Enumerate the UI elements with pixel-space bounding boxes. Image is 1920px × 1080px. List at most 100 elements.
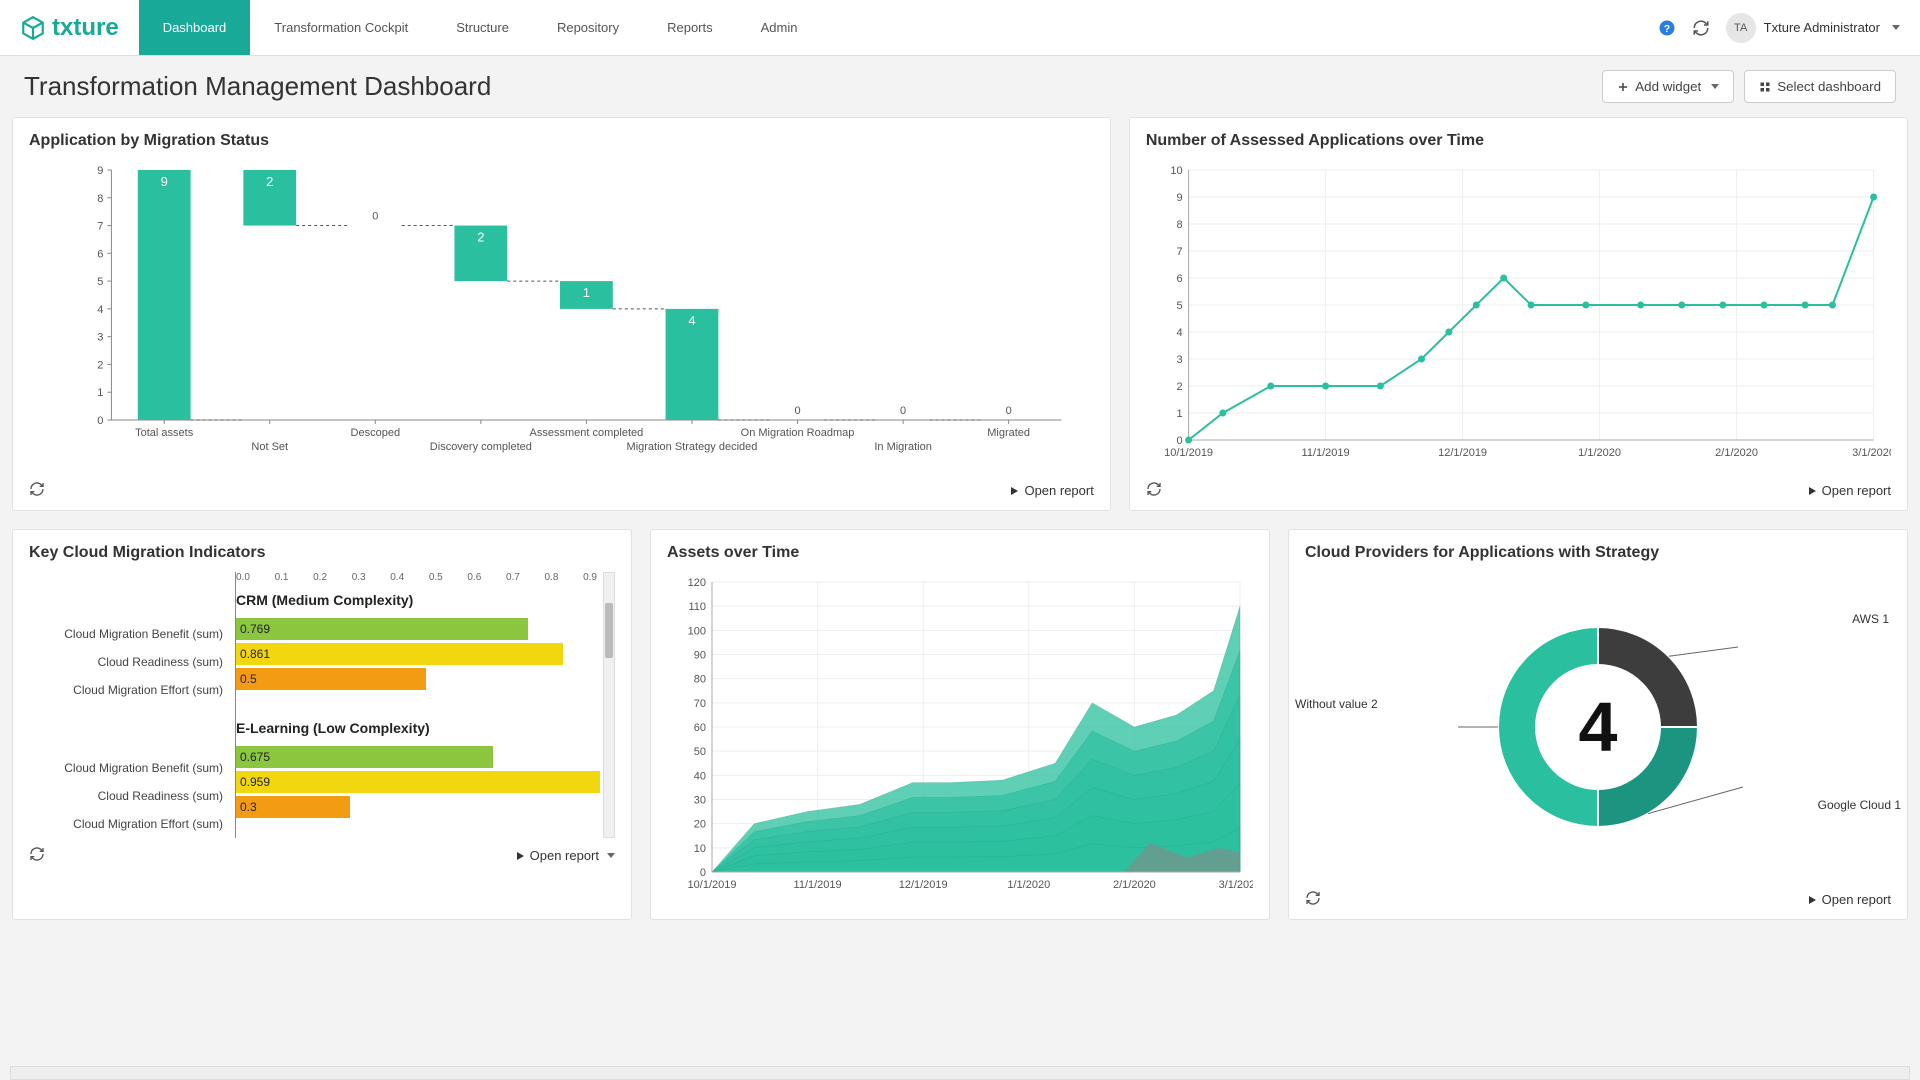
svg-text:8: 8 [1176,219,1182,231]
svg-text:2/1/2020: 2/1/2020 [1715,447,1758,459]
grid-icon [1759,81,1771,93]
svg-text:5: 5 [97,276,103,288]
svg-text:Not Set: Not Set [251,441,288,453]
play-icon [1806,485,1818,497]
indicator-bar: 0.5 [236,668,426,690]
svg-text:2: 2 [1176,381,1182,393]
brand-text: txture [52,14,119,42]
svg-text:4: 4 [97,304,103,316]
dashboard-row-1: Application by Migration Status 0 1 2 3 4 5 6 7… [0,117,1920,511]
nav-transformation-cockpit[interactable]: Transformation Cockpit [250,0,432,55]
plus-icon [1617,81,1629,93]
svg-text:3: 3 [97,332,103,344]
svg-text:2/1/2020: 2/1/2020 [1113,879,1156,891]
svg-text:0: 0 [97,415,103,427]
header-actions: Add widget Select dashboard [1602,70,1896,103]
svg-text:1: 1 [1176,408,1182,420]
svg-text:10: 10 [694,843,706,855]
assets-area-chart: 010203040506070809010011012010/1/201911/… [667,572,1253,902]
card-assets-over-time: Assets over Time 01020304050607080901001… [650,529,1270,920]
svg-text:110: 110 [688,601,706,613]
indicator-row-labels: x Cloud Migration Benefit (sum) Cloud Re… [29,572,229,838]
nav-structure[interactable]: Structure [432,0,533,55]
play-icon [514,850,526,862]
user-menu[interactable]: TA Txture Administrator [1726,13,1900,43]
svg-text:3/1/2020: 3/1/2020 [1219,879,1253,891]
svg-text:20: 20 [694,819,706,831]
svg-text:7: 7 [1176,246,1182,258]
indicator-group-title: CRM (Medium Complexity) [236,585,597,615]
card-title: Application by Migration Status [29,132,1094,150]
card-title: Key Cloud Migration Indicators [29,544,615,562]
svg-text:0: 0 [900,405,906,417]
select-dashboard-button[interactable]: Select dashboard [1744,70,1896,103]
nav-admin[interactable]: Admin [737,0,822,55]
svg-text:2: 2 [477,230,484,245]
open-report-link[interactable]: Open report [1008,483,1093,498]
svg-text:30: 30 [694,795,706,807]
nav-dashboard[interactable]: Dashboard [139,0,251,55]
svg-text:1/1/2020: 1/1/2020 [1578,447,1621,459]
card-migration-status: Application by Migration Status 0 1 2 3 4 5 6 7… [12,117,1111,511]
donut-label-aws: AWS 1 [1852,612,1889,626]
svg-text:6: 6 [97,248,103,260]
svg-text:4: 4 [688,313,695,328]
refresh-icon[interactable] [1146,481,1162,500]
nav-repository[interactable]: Repository [533,0,643,55]
svg-text:2: 2 [97,359,103,371]
svg-text:4: 4 [1176,327,1182,339]
waterfall-chart: 01234567899Total assets2Not Set0Descoped… [29,160,1094,470]
svg-text:50: 50 [694,746,706,758]
help-icon[interactable]: ? [1658,19,1676,37]
svg-text:1: 1 [583,285,590,300]
topbar-actions: ? TA Txture Administrator [1658,13,1920,43]
indicators-scrollbar[interactable] [603,572,615,838]
svg-text:?: ? [1663,22,1669,34]
page-header: Transformation Management Dashboard Add … [0,56,1920,117]
svg-text:0: 0 [700,867,706,879]
svg-text:60: 60 [694,722,706,734]
refresh-icon[interactable] [1692,19,1710,37]
chevron-down-icon [1711,84,1719,89]
svg-text:Migration Strategy decided: Migration Strategy decided [627,441,758,453]
page-title: Transformation Management Dashboard [24,71,491,102]
indicator-group-title: E-Learning (Low Complexity) [236,713,597,743]
card-indicators: Key Cloud Migration Indicators x Cloud M… [12,529,632,920]
svg-text:11/1/2019: 11/1/2019 [1301,447,1349,459]
svg-text:9: 9 [1176,192,1182,204]
open-report-link[interactable]: Open report [1806,483,1891,498]
indicator-bar: 0.959 [236,771,600,793]
logo-icon [20,15,46,41]
svg-text:10/1/2019: 10/1/2019 [688,879,737,891]
svg-text:70: 70 [694,698,706,710]
chevron-down-icon [1892,25,1900,30]
refresh-icon[interactable] [29,846,45,865]
card-title: Number of Assessed Applications over Tim… [1146,132,1891,150]
svg-text:9: 9 [161,174,168,189]
add-widget-button[interactable]: Add widget [1602,70,1734,103]
horizontal-scrollbar[interactable] [10,1066,1910,1080]
svg-text:0: 0 [794,405,800,417]
svg-text:40: 40 [694,770,706,782]
donut-chart: 4 AWS 1 Google Cloud 1 Without value 2 [1305,572,1891,882]
svg-text:7: 7 [97,221,103,233]
svg-text:On Migration Roadmap: On Migration Roadmap [741,427,855,439]
svg-text:2: 2 [266,174,273,189]
nav-reports[interactable]: Reports [643,0,737,55]
indicator-bar: 0.861 [236,643,563,665]
svg-text:12/1/2019: 12/1/2019 [899,879,948,891]
svg-text:Discovery completed: Discovery completed [430,441,532,453]
svg-text:5: 5 [1176,300,1182,312]
svg-text:80: 80 [694,674,706,686]
svg-text:3/1/2020: 3/1/2020 [1852,447,1891,459]
brand-logo[interactable]: txture [0,14,139,42]
refresh-icon[interactable] [1305,890,1321,909]
indicator-bar: 0.769 [236,618,528,640]
open-report-link[interactable]: Open report [1806,892,1891,907]
svg-text:3: 3 [1176,354,1182,366]
open-report-link[interactable]: Open report [514,848,615,863]
refresh-icon[interactable] [29,481,45,500]
card-cloud-providers: Cloud Providers for Applications with St… [1288,529,1908,920]
dashboard-row-2: Key Cloud Migration Indicators x Cloud M… [0,511,1920,920]
svg-text:Descoped: Descoped [351,427,401,439]
